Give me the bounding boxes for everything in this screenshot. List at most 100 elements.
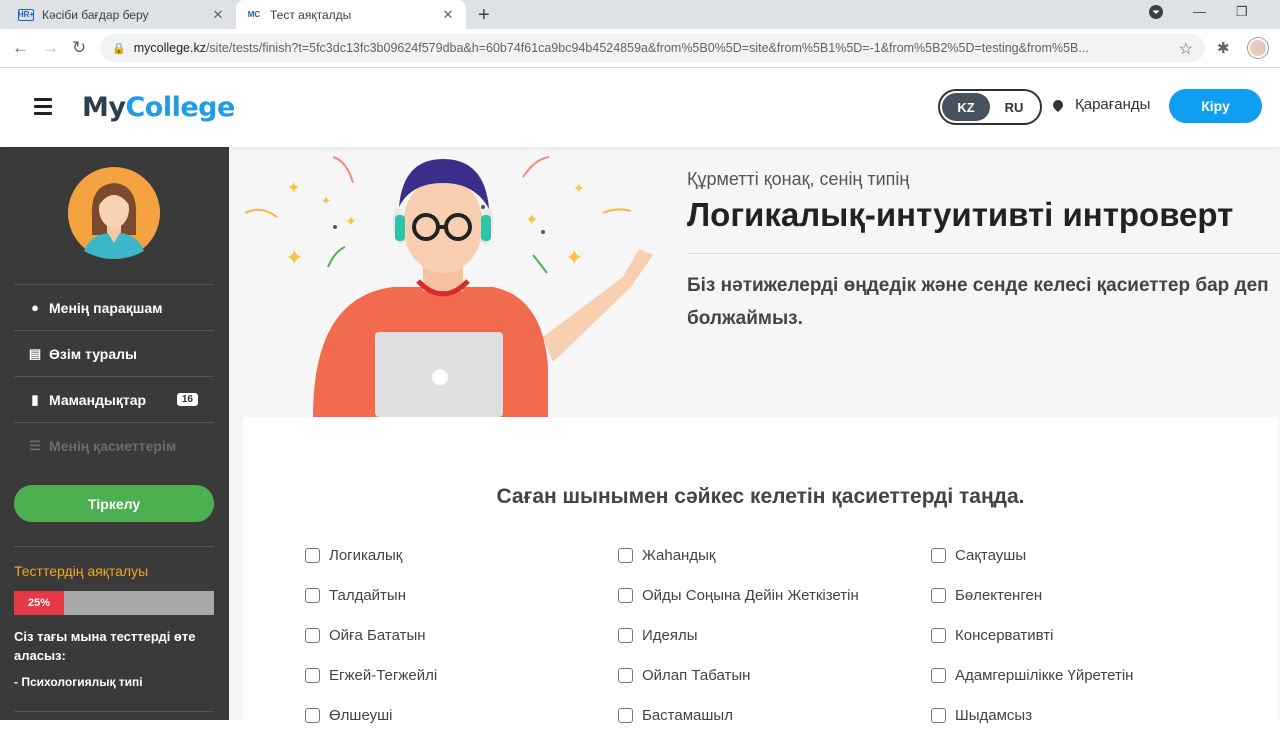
trait-checkbox[interactable] <box>305 548 320 563</box>
trait-label: Сақтаушы <box>955 547 1027 564</box>
result-description: Біз нәтижелерді өңдедік және сенде келес… <box>687 275 1269 329</box>
trait-option[interactable]: Адамгершілікке Үйрететін <box>931 667 1133 684</box>
svg-text:✦: ✦ <box>573 180 585 196</box>
trait-label: Ойды Соңына Дейін Жеткізетін <box>642 587 859 604</box>
trait-label: Егжей-Тегжейлі <box>329 667 438 684</box>
progress-fill: 25% <box>14 591 64 615</box>
new-tab-icon[interactable]: + <box>478 4 490 27</box>
trait-option[interactable]: Жаһандық <box>618 547 715 564</box>
trait-checkbox[interactable] <box>931 668 946 683</box>
svg-text:✦: ✦ <box>285 245 303 270</box>
back-icon[interactable]: ← <box>12 38 29 58</box>
lang-ru-button[interactable]: RU <box>990 93 1038 121</box>
trait-checkbox[interactable] <box>618 668 633 683</box>
trait-checkbox[interactable] <box>931 548 946 563</box>
tab-favicon: HR+ <box>17 8 35 21</box>
lock-icon: 🔒 <box>112 42 126 55</box>
main-content: ✦ ✦ ✦ ✦ ✦ ✦ ✦ Құрметті қонақ, сенің типі… <box>229 147 1280 727</box>
tab-title: Тест аяқталды <box>270 7 352 22</box>
extensions-icon[interactable]: ✱ <box>1217 39 1230 57</box>
user-avatar <box>68 167 160 259</box>
trait-label: Адамгершілікке Үйрететін <box>955 667 1134 684</box>
site-logo[interactable]: MyCollege <box>82 92 235 123</box>
bookmark-star-icon[interactable]: ☆ <box>1179 39 1193 59</box>
professions-count-badge: 16 <box>176 393 198 406</box>
trait-option[interactable]: Идеялы <box>618 627 698 644</box>
trait-option[interactable]: Талдайтын <box>305 587 406 604</box>
svg-text:✦: ✦ <box>321 194 331 208</box>
list-icon: ☰ <box>29 437 41 453</box>
personality-type-title: Логикалық-интуитивті интроверт <box>687 196 1234 233</box>
svg-text:✦: ✦ <box>525 212 538 229</box>
minimize-icon[interactable]: — <box>1193 4 1206 19</box>
sidebar-item-about-me[interactable]: ▤ Өзім туралы <box>14 330 214 376</box>
result-greeting: Құрметті қонақ, сенің типің <box>687 169 910 189</box>
trait-label: Логикалық <box>329 547 403 564</box>
hamburger-menu-icon[interactable] <box>34 98 52 119</box>
browser-tab-active[interactable]: MC Тест аяқталды ✕ <box>236 0 466 29</box>
browser-tabstrip: HR+ Кәсіби бағдар беру ✕ MC Тест аяқталд… <box>0 0 1280 29</box>
trait-checkbox[interactable] <box>305 588 320 603</box>
forward-icon[interactable]: → <box>42 38 59 58</box>
login-button[interactable]: Кіру <box>1169 89 1262 123</box>
profile-avatar[interactable] <box>1248 38 1268 58</box>
city-selector[interactable]: Қарағанды <box>1050 96 1150 113</box>
svg-text:✦: ✦ <box>287 180 300 197</box>
trait-label: Ойлап Табатын <box>642 667 751 684</box>
browser-tab[interactable]: HR+ Кәсіби бағдар беру ✕ <box>8 0 236 29</box>
close-tab-icon[interactable]: ✕ <box>210 7 226 23</box>
address-bar: ← → ↻ 🔒 mycollege.kz/site/tests/finish?t… <box>0 29 1280 68</box>
divider <box>687 253 1280 254</box>
register-button[interactable]: Тіркелу <box>14 485 214 522</box>
divider <box>14 546 214 547</box>
trait-label: Ойға Бататын <box>329 627 426 644</box>
url-host: mycollege.kz <box>133 41 206 55</box>
trait-label: Талдайтын <box>329 587 406 604</box>
trait-option[interactable]: Бөлектенген <box>931 587 1042 604</box>
tab-title: Кәсіби бағдар беру <box>42 7 149 22</box>
trait-label: Консервативті <box>955 627 1054 644</box>
location-pin-icon <box>1050 97 1066 112</box>
traits-card: Саған шынымен сәйкес келетін қасиеттерді… <box>243 417 1278 727</box>
trait-option[interactable]: Өлшеуші <box>305 707 393 724</box>
maximize-icon[interactable]: ❐ <box>1236 4 1248 20</box>
sidebar-item-my-traits[interactable]: ☰ Менің қасиеттерім <box>14 422 214 468</box>
trait-checkbox[interactable] <box>305 708 320 723</box>
lang-kz-button[interactable]: KZ <box>942 93 990 121</box>
trait-option[interactable]: Ойға Бататын <box>305 627 426 644</box>
url-field[interactable]: 🔒 mycollege.kz/site/tests/finish?t=5fc3d… <box>100 34 1205 62</box>
trait-option[interactable]: Ойды Соңына Дейін Жеткізетін <box>618 587 859 604</box>
trait-option[interactable]: Шыдамсыз <box>931 707 1032 724</box>
trait-option[interactable]: Логикалық <box>305 547 402 564</box>
trait-checkbox[interactable] <box>305 628 320 643</box>
profile-menu-icon[interactable] <box>1148 4 1164 23</box>
close-tab-icon[interactable]: ✕ <box>440 7 456 23</box>
trait-checkbox[interactable] <box>618 548 633 563</box>
trait-checkbox[interactable] <box>931 628 946 643</box>
traits-question-title: Саған шынымен сәйкес келетін қасиеттерді… <box>496 485 1025 508</box>
trait-label: Шыдамсыз <box>955 707 1033 724</box>
trait-checkbox[interactable] <box>618 708 633 723</box>
sidebar-item-professions[interactable]: ▮ Мамандықтар 16 <box>14 376 214 422</box>
trait-checkbox[interactable] <box>618 588 633 603</box>
trait-option[interactable]: Консервативті <box>931 627 1053 644</box>
test-link-interests[interactable]: - Қызығушылықтар <box>14 711 214 732</box>
trait-label: Жаһандық <box>642 547 716 564</box>
trait-option[interactable]: Егжей-Тегжейлі <box>305 667 437 684</box>
trait-checkbox[interactable] <box>931 708 946 723</box>
trait-label: Бөлектенген <box>955 587 1043 604</box>
trait-checkbox[interactable] <box>931 588 946 603</box>
trait-checkbox[interactable] <box>618 628 633 643</box>
reload-icon[interactable]: ↻ <box>72 38 86 58</box>
svg-text:✦: ✦ <box>565 245 583 270</box>
test-link-psychological-type[interactable]: - Психологиялық типі <box>14 675 214 689</box>
trait-option[interactable]: Ойлап Табатын <box>618 667 750 684</box>
sidebar-item-my-page[interactable]: ● Менің парақшам <box>14 284 214 330</box>
user-circle-icon: ● <box>31 300 39 315</box>
trait-option[interactable]: Бастамашыл <box>618 707 733 724</box>
trait-option[interactable]: Сақтаушы <box>931 547 1026 564</box>
trait-checkbox[interactable] <box>305 668 320 683</box>
trait-label: Бастамашыл <box>642 707 733 724</box>
id-card-icon: ▤ <box>28 345 42 361</box>
result-illustration: ✦ ✦ ✦ ✦ ✦ ✦ ✦ <box>244 156 653 417</box>
